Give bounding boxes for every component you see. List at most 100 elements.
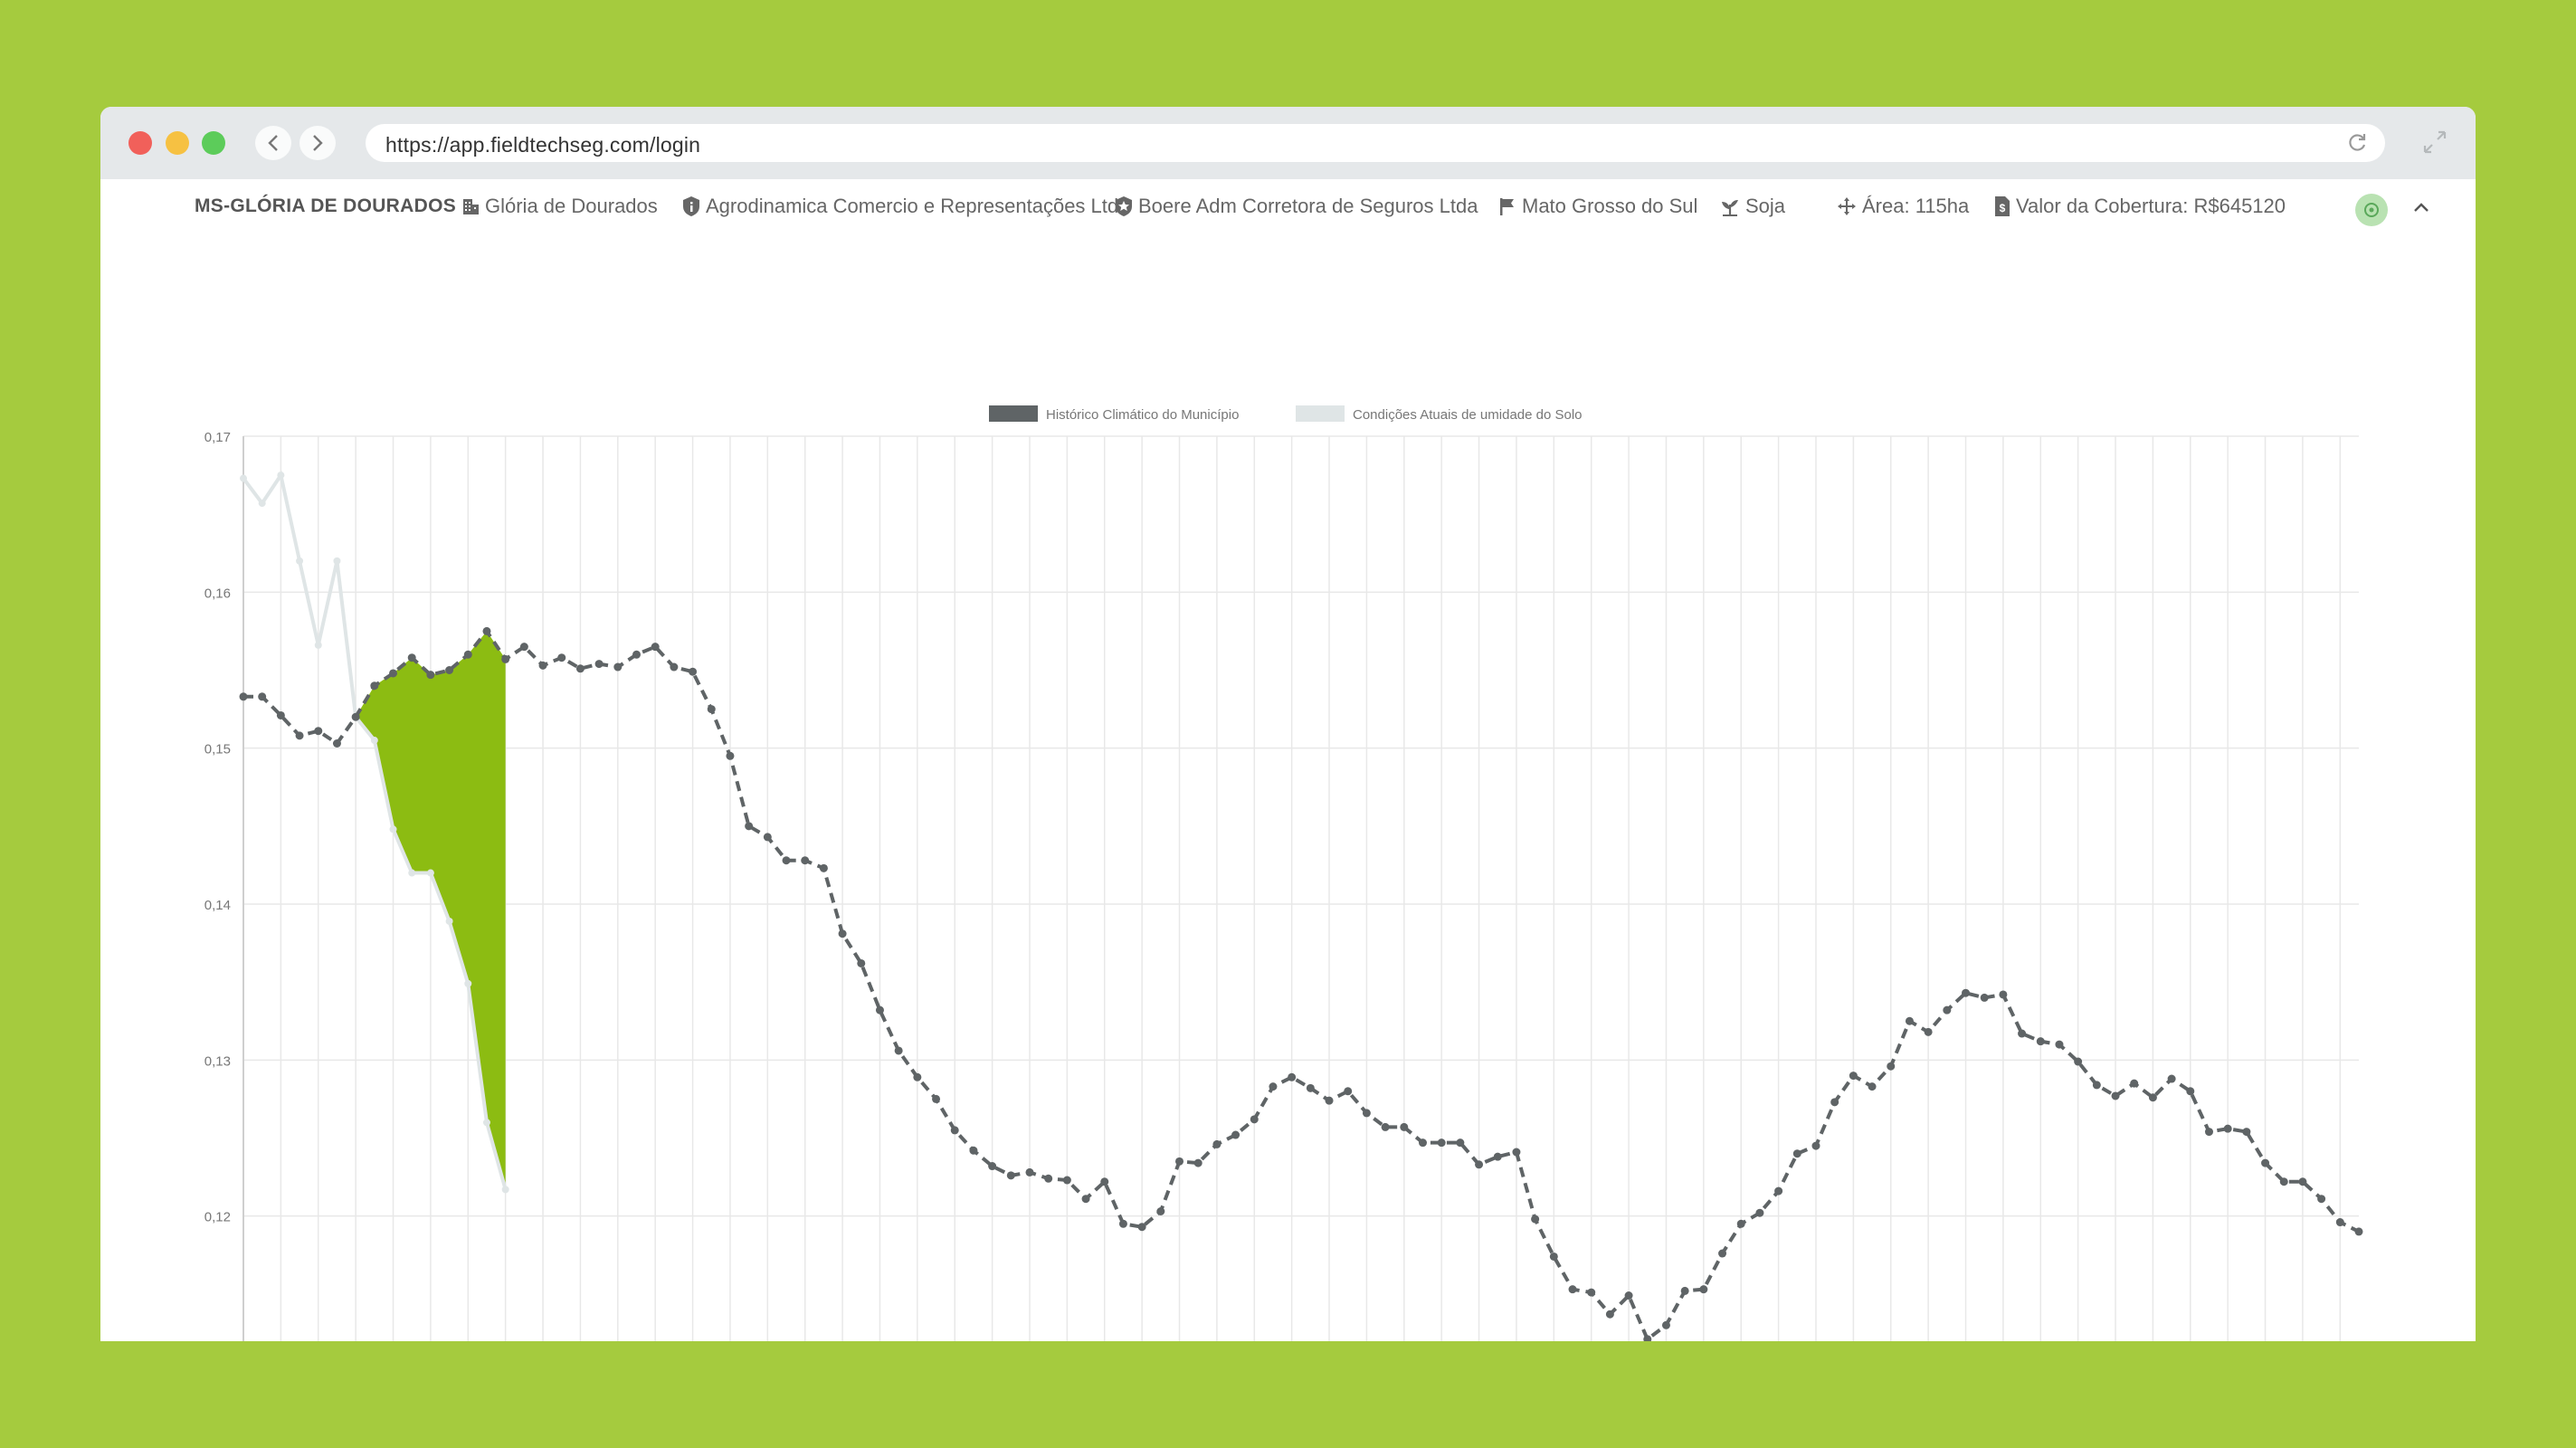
point-history <box>1006 1171 1015 1180</box>
point-history <box>407 653 416 662</box>
legend-swatch-history <box>989 405 1038 422</box>
point-history <box>2354 1227 2363 1236</box>
info-broker: Boere Adm Corretora de Seguros Ltda <box>1114 179 1478 233</box>
point-soil <box>277 472 285 480</box>
point-soil <box>240 474 247 482</box>
reload-icon[interactable] <box>2345 131 2369 155</box>
point-history <box>1887 1062 1896 1071</box>
point-history <box>482 626 491 635</box>
point-history <box>932 1094 941 1103</box>
back-button[interactable] <box>255 126 291 160</box>
point-history <box>1493 1152 1502 1161</box>
point-history <box>1549 1252 1558 1261</box>
forward-button[interactable] <box>299 126 336 160</box>
point-history <box>2167 1074 2176 1083</box>
point-history <box>1792 1149 1801 1158</box>
building-icon <box>461 196 480 216</box>
maximize-window-button[interactable] <box>202 131 225 155</box>
point-history <box>1512 1148 1521 1157</box>
point-history <box>1044 1174 1053 1183</box>
point-soil <box>445 917 453 925</box>
point-history <box>1699 1285 1708 1294</box>
point-history <box>2148 1093 2157 1102</box>
point-history <box>575 664 585 673</box>
point-history <box>763 833 772 842</box>
point-history <box>1175 1157 1184 1166</box>
fullscreen-icon[interactable] <box>2421 129 2448 156</box>
y-tick-label: 0,12 <box>204 1210 231 1225</box>
chevron-left-icon <box>268 135 278 151</box>
point-history <box>2055 1040 2064 1049</box>
point-history <box>1025 1167 1034 1176</box>
point-history <box>2036 1037 2045 1046</box>
point-history <box>1568 1285 1577 1294</box>
point-history <box>1400 1122 1409 1131</box>
point-history <box>988 1162 997 1171</box>
y-tick-label: 0,14 <box>204 898 231 913</box>
point-history <box>2130 1079 2139 1088</box>
point-history <box>1999 990 2008 999</box>
close-window-button[interactable] <box>128 131 152 155</box>
point-soil <box>389 825 397 834</box>
point-soil <box>501 1186 509 1194</box>
point-history <box>519 643 528 652</box>
info-badge-icon <box>681 195 701 217</box>
point-history <box>1418 1138 1427 1148</box>
point-history <box>2242 1128 2251 1137</box>
point-history <box>1193 1158 1202 1167</box>
point-history <box>538 661 547 670</box>
address-bar[interactable]: https://app.fieldtechseg.com/login <box>366 124 2385 162</box>
point-history <box>2223 1124 2232 1133</box>
point-history <box>1531 1215 1540 1224</box>
point-history <box>1381 1122 1390 1131</box>
municipality-title: MS-GLÓRIA DE DOURADOS <box>195 195 457 216</box>
browser-window: https://app.fieldtechseg.com/login MS-GL… <box>100 107 2476 1341</box>
point-soil <box>333 557 341 565</box>
point-history <box>1250 1115 1259 1124</box>
point-soil <box>258 500 266 508</box>
point-history <box>332 738 341 748</box>
point-history <box>969 1146 978 1155</box>
point-history <box>1980 993 1989 1002</box>
chart-grid <box>242 435 2359 1341</box>
point-history <box>295 731 304 740</box>
user-avatar[interactable] <box>2355 194 2388 226</box>
point-history <box>2298 1177 2307 1186</box>
point-history <box>651 643 660 652</box>
point-history <box>875 1005 884 1015</box>
info-state: Mato Grosso do Sul <box>1497 179 1697 233</box>
point-history <box>1736 1219 1745 1228</box>
y-tick-label: 0,15 <box>204 742 231 757</box>
chart-series <box>242 471 2360 1341</box>
point-history <box>857 958 866 967</box>
point-history <box>2279 1177 2288 1186</box>
point-history <box>1605 1310 1614 1319</box>
point-history <box>2018 1029 2027 1038</box>
point-history <box>707 705 716 714</box>
point-history <box>2204 1128 2213 1137</box>
svg-text:$: $ <box>2000 202 2006 214</box>
point-history <box>1868 1082 1877 1091</box>
point-history <box>1437 1138 1446 1148</box>
legend-swatch-soil <box>1296 405 1345 422</box>
point-soil <box>426 869 434 877</box>
point-history <box>463 650 472 659</box>
minimize-window-button[interactable] <box>166 131 189 155</box>
point-history <box>726 751 735 760</box>
point-soil <box>370 737 378 745</box>
chevron-up-icon[interactable] <box>2411 199 2431 215</box>
point-history <box>689 667 698 676</box>
point-history <box>2261 1158 2270 1167</box>
point-history <box>1212 1139 1221 1148</box>
plant-icon <box>1719 196 1741 216</box>
point-history <box>1587 1288 1596 1297</box>
document-dollar-icon: $ <box>1993 195 2011 217</box>
point-history <box>2317 1195 2326 1204</box>
point-history <box>2186 1087 2195 1096</box>
point-history <box>838 929 847 938</box>
point-history <box>1943 1005 1952 1015</box>
point-history <box>950 1126 959 1135</box>
point-history <box>745 822 754 831</box>
chevron-right-icon <box>313 135 323 151</box>
point-history <box>894 1046 903 1055</box>
